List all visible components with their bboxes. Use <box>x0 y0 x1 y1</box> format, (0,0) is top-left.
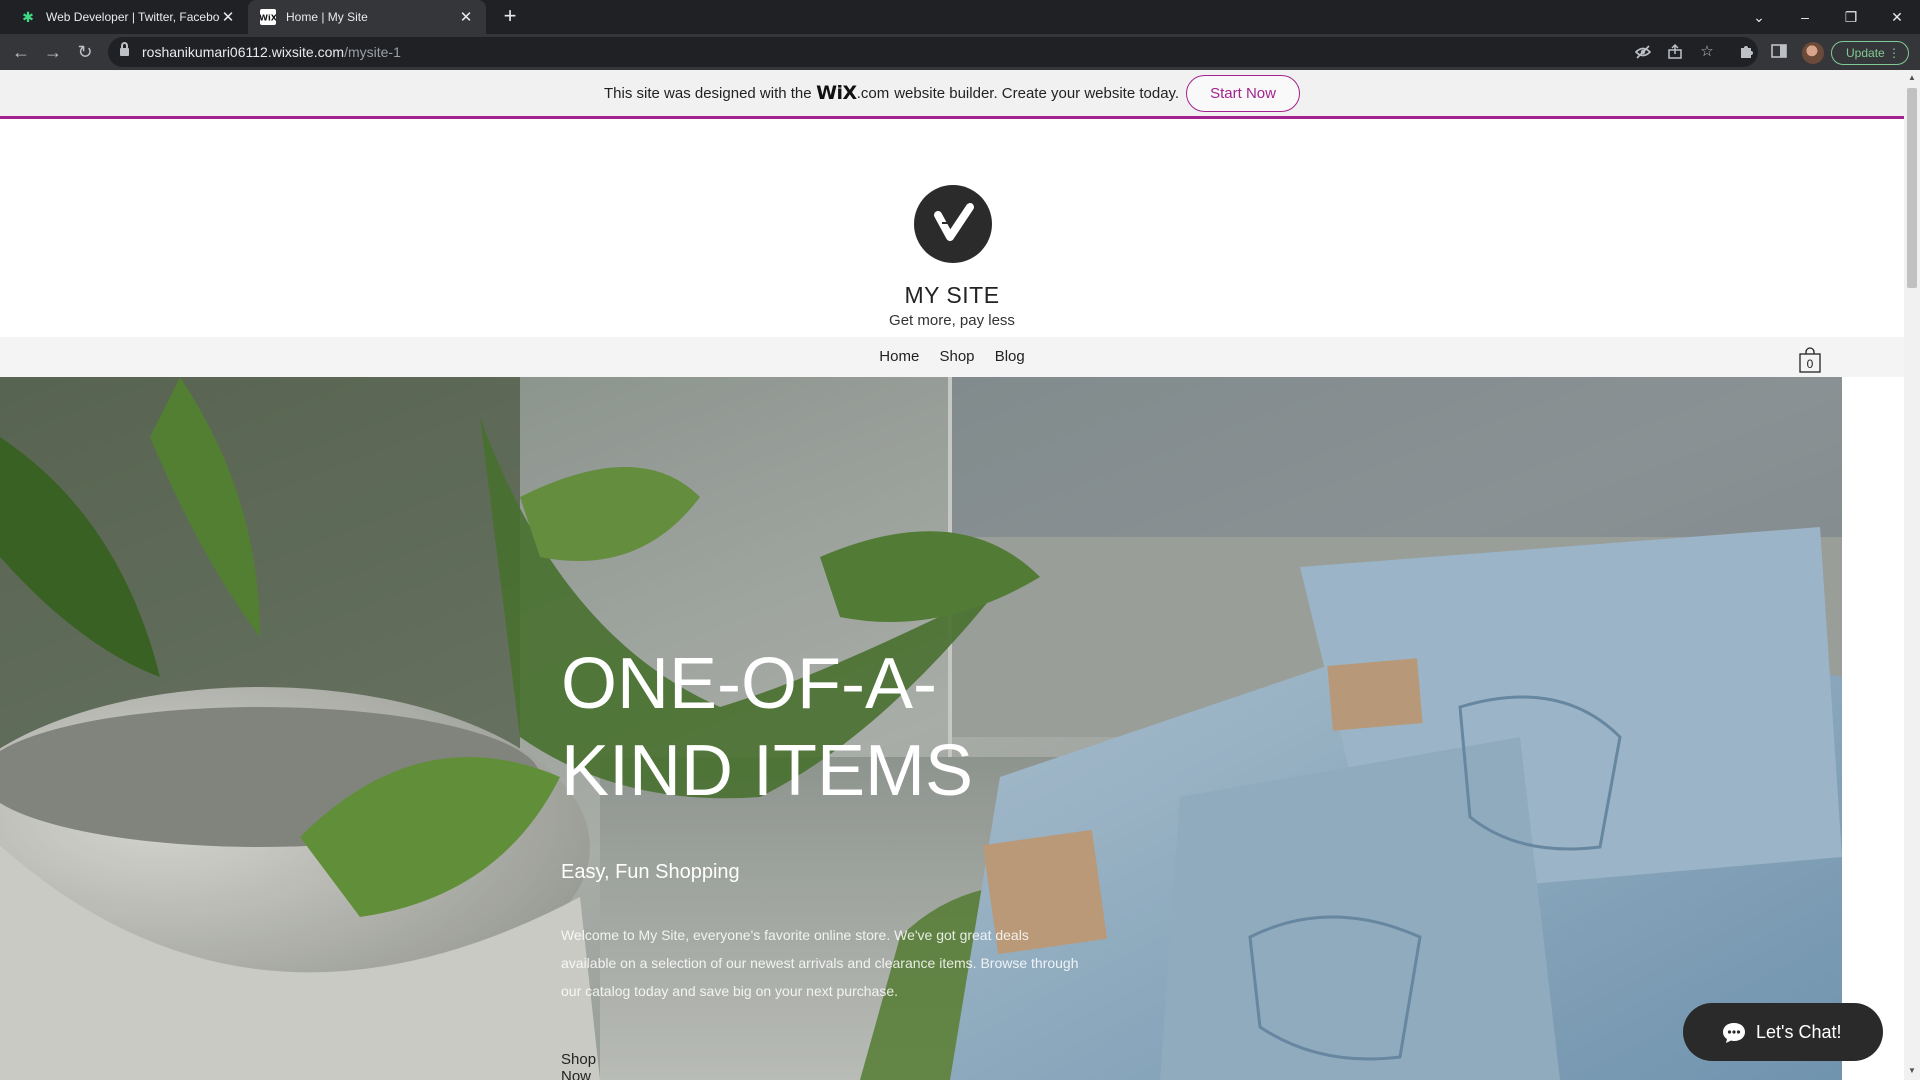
hero-subtitle: Easy, Fun Shopping <box>561 861 740 883</box>
wix-dotcom: .com <box>856 84 890 102</box>
close-tab-icon[interactable]: ✕ <box>458 8 474 26</box>
bookmark-star-icon[interactable]: ☆ <box>1698 43 1716 61</box>
lets-chat-button[interactable]: Let's Chat! <box>1683 1003 1883 1061</box>
wix-icon: WiX <box>260 9 276 25</box>
url-host: roshanikumari06112.wixsite.com <box>142 44 345 60</box>
cart-count: 0 <box>1807 357 1814 371</box>
nav-links: Home Shop Blog <box>0 348 1904 365</box>
lock-icon[interactable] <box>120 42 129 57</box>
start-now-button[interactable]: Start Now <box>1186 74 1300 112</box>
tab-strip: ✱ Web Developer | Twitter, Faceboo ✕ WiX… <box>0 0 1920 34</box>
share-icon[interactable] <box>1666 43 1684 61</box>
extensions-icon[interactable] <box>1737 42 1757 62</box>
back-icon[interactable]: ← <box>8 40 34 66</box>
browser-toolbar: ← → ↻ roshanikumari06112.wixsite.com/mys… <box>0 34 1920 70</box>
hero-section: ONE-OF-A- KIND ITEMS Easy, Fun Shopping … <box>0 377 1842 1080</box>
site-nav: Home Shop Blog 0 <box>0 337 1904 377</box>
update-button[interactable]: Update ⋮ <box>1831 41 1909 65</box>
close-window-icon[interactable]: ✕ <box>1874 0 1920 34</box>
minimize-icon[interactable]: – <box>1782 0 1828 34</box>
site-header: MY SITE Get more, pay less <box>0 122 1904 337</box>
wix-ad-banner: This site was designed with the WiX .com … <box>0 70 1904 119</box>
url-text: roshanikumari06112.wixsite.com/mysite-1 <box>142 44 401 60</box>
forward-icon[interactable]: → <box>40 40 66 66</box>
chat-bubble-icon <box>1721 1021 1745 1043</box>
url-path: /mysite-1 <box>344 44 401 60</box>
update-label: Update <box>1846 46 1885 60</box>
more-menu-icon[interactable]: ⋮ <box>1888 42 1900 64</box>
nav-item-home[interactable]: Home <box>879 348 919 365</box>
reload-icon[interactable]: ↻ <box>72 40 98 66</box>
svg-text:WiX: WiX <box>260 14 276 23</box>
shop-now-link[interactable]: Shop Now <box>561 1051 596 1080</box>
tab-title: Home | My Site <box>286 10 368 24</box>
nav-item-shop[interactable]: Shop <box>939 348 974 365</box>
site-logo[interactable] <box>914 185 992 263</box>
site-title[interactable]: MY SITE <box>0 282 1904 309</box>
page-scrollbar[interactable]: ▲ ▼ <box>1904 70 1920 1080</box>
profile-avatar[interactable] <box>1802 42 1824 64</box>
address-bar[interactable]: roshanikumari06112.wixsite.com/mysite-1 … <box>108 37 1758 67</box>
side-panel-icon[interactable] <box>1769 42 1789 62</box>
tab-web-developer[interactable]: ✱ Web Developer | Twitter, Faceboo ✕ <box>8 0 248 34</box>
hero-title: ONE-OF-A- KIND ITEMS <box>561 644 974 811</box>
new-tab-button[interactable]: + <box>498 5 522 29</box>
wix-logo: WiX <box>816 82 857 104</box>
restore-icon[interactable]: ❐ <box>1828 0 1874 34</box>
site-tagline: Get more, pay less <box>889 312 1015 329</box>
scroll-thumb[interactable] <box>1907 88 1917 288</box>
tab-search-icon[interactable]: ⌄ <box>1736 0 1782 34</box>
nav-item-blog[interactable]: Blog <box>995 348 1025 365</box>
close-tab-icon[interactable]: ✕ <box>220 8 236 26</box>
scroll-up-icon[interactable]: ▲ <box>1908 73 1916 82</box>
hero-description: Welcome to My Site, everyone's favorite … <box>561 927 1079 999</box>
banner-text-after: website builder. Create your website tod… <box>894 84 1180 102</box>
page-viewport: This site was designed with the WiX .com … <box>0 70 1920 1080</box>
tab-home-my-site[interactable]: WiX Home | My Site ✕ <box>248 0 486 34</box>
cart-icon[interactable]: 0 <box>1798 346 1822 373</box>
chat-label: Let's Chat! <box>1756 1021 1842 1042</box>
asterisk-icon: ✱ <box>22 8 34 25</box>
eye-slash-icon[interactable] <box>1634 43 1652 61</box>
banner-text-before: This site was designed with the <box>604 84 812 102</box>
scroll-down-icon[interactable]: ▼ <box>1908 1066 1916 1075</box>
tab-title: Web Developer | Twitter, Faceboo <box>46 10 220 24</box>
